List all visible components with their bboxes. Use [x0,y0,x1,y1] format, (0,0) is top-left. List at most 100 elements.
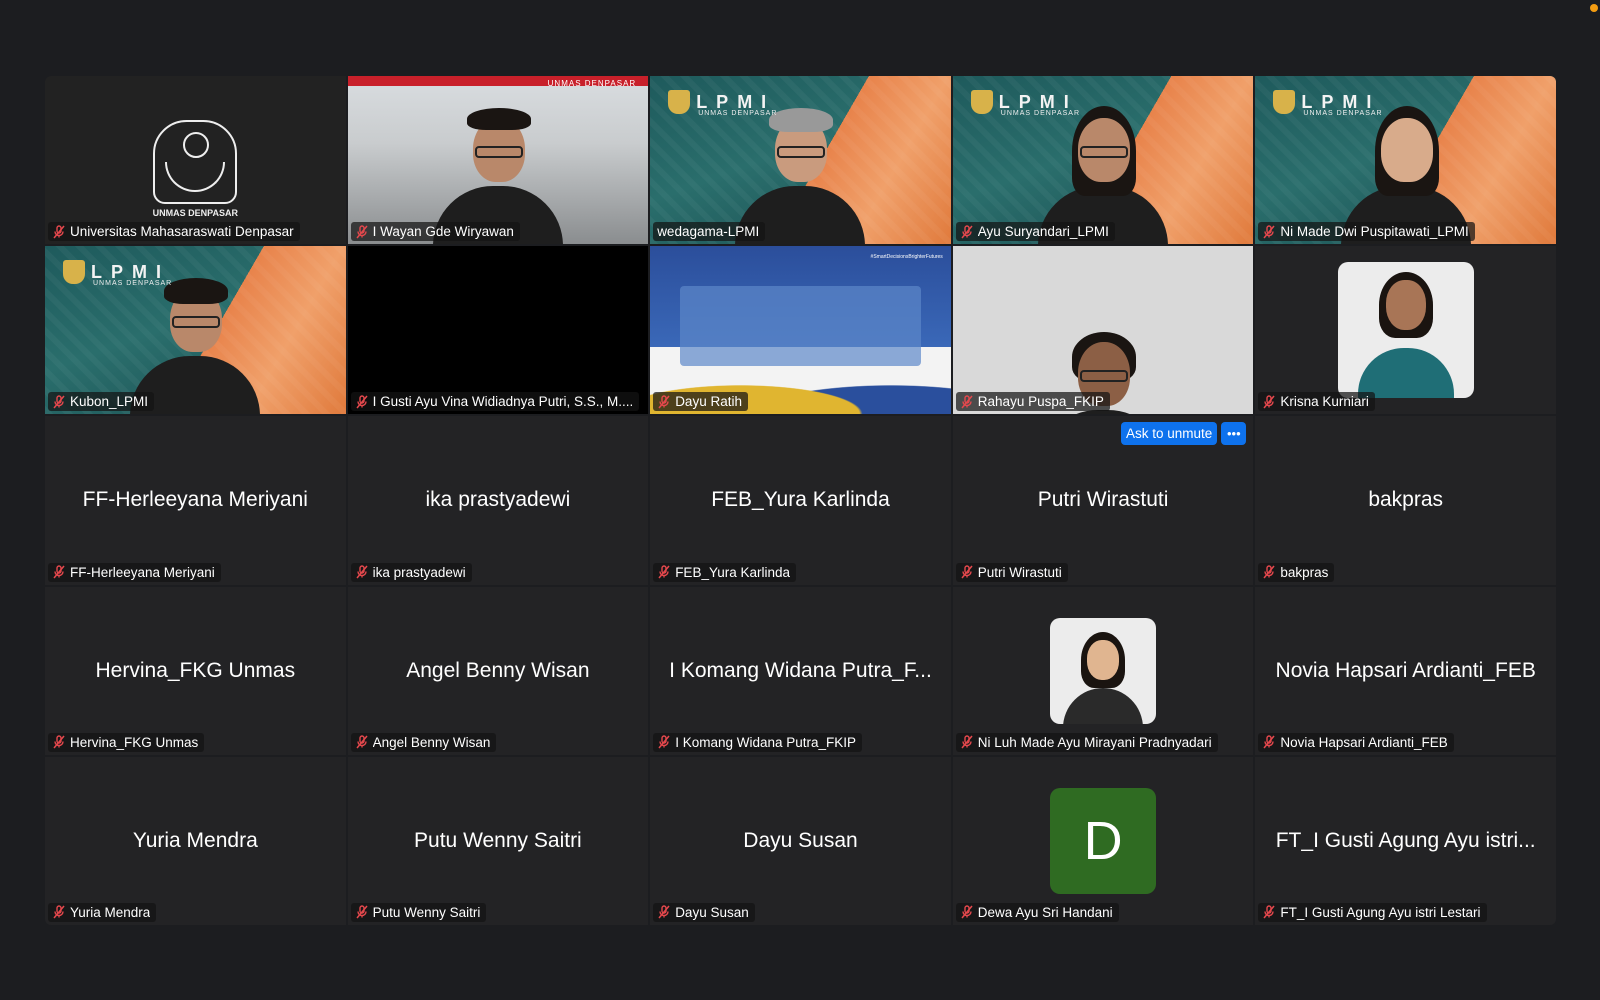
mic-muted-icon [53,224,65,239]
participant-name-label: Rahayu Puspa_FKIP [955,392,1110,412]
mic-muted-icon [1263,565,1275,579]
mic-muted-icon [53,565,65,579]
participant-name-label: Dewa Ayu Sri Handani [955,902,1119,922]
participant-display-name: Novia Hapsari Ardianti_FEB [1275,658,1536,682]
participant-name-label: Ni Made Dwi Puspitawati_LPMI [1258,222,1475,242]
participant-name-label: Hervina_FKG Unmas [48,732,205,752]
participant-name-label: Novia Hapsari Ardianti_FEB [1258,732,1454,752]
participant-name-label: Putu Wenny Saitri [350,902,487,922]
recording-indicator-icon [1590,4,1598,12]
participant-name-label: Yuria Mendra [48,902,157,922]
mic-muted-icon [53,735,65,749]
participant-name-label: ika prastyadewi [350,562,472,582]
mic-muted-icon [961,224,973,239]
crest-icon [63,260,85,285]
tile-hover-controls: Ask to unmute ••• [1121,422,1247,445]
avatar: D [1050,787,1157,894]
participant-display-name: Putu Wenny Saitri [414,828,582,852]
participant-tile[interactable]: FEB_Yura Karlinda FEB_Yura Karlinda [650,416,951,585]
mic-muted-icon [356,565,368,579]
crest-icon [1273,90,1296,114]
participant-tile[interactable]: D Dewa Ayu Sri Handani [952,756,1254,925]
mic-muted-icon [961,905,973,919]
participant-display-name: Yuria Mendra [132,828,258,852]
participant-name-label: Kubon_LPMI [48,392,155,412]
mic-muted-icon [356,395,368,409]
participant-tile[interactable]: I Komang Widana Putra_F... I Komang Wida… [650,586,951,755]
participant-tile-active-speaker[interactable]: LPMI UNMAS DENPASAR wedagama-LPMI [650,76,951,245]
mic-muted-icon [658,565,670,579]
mic-muted-icon [1263,395,1275,409]
participant-tile[interactable]: I Gusti Ayu Vina Widiadnya Putri, S.S., … [347,246,649,415]
participant-tile[interactable]: Putu Wenny Saitri Putu Wenny Saitri [347,756,649,925]
mic-muted-icon [961,735,973,749]
participant-tile[interactable]: ika prastyadewi ika prastyadewi [347,416,649,585]
participant-tile[interactable]: bakpras bakpras [1255,416,1556,585]
participant-display-name: Hervina_FKG Unmas [95,658,296,682]
participant-display-name: Putri Wirastuti [1037,488,1169,512]
university-crest-icon: UNMAS DENPASAR [150,120,240,220]
participant-tile[interactable]: Yuria Mendra Yuria Mendra [45,756,346,925]
participant-tile[interactable]: Ni Luh Made Ayu Mirayani Pradnyadari [952,586,1254,755]
mic-muted-icon [53,395,65,409]
participant-display-name: FF-Herleeyana Meriyani [82,488,308,512]
ask-to-unmute-button[interactable]: Ask to unmute [1121,422,1218,445]
presentation-background [650,246,951,415]
crest-icon [668,90,691,114]
participant-name-label: Krisna Kurniari [1258,392,1375,412]
mic-muted-icon [1263,735,1275,749]
mic-muted-icon [658,395,670,409]
participant-display-name: FEB_Yura Karlinda [711,488,890,512]
participant-tile[interactable]: Krisna Kurniari [1255,246,1556,415]
participant-name-label: Angel Benny Wisan [350,732,497,752]
participant-name-label: FF-Herleeyana Meriyani [48,562,221,582]
participant-name-label: I Wayan Gde Wiryawan [350,222,520,242]
participant-gallery: UNMAS DENPASAR Universitas Mahasaraswati… [45,76,1556,925]
participant-tile[interactable]: LPMI UNMAS DENPASAR Ni Made Dwi Puspitaw… [1255,76,1556,245]
participant-display-name: Dayu Susan [743,828,858,852]
participant-name-label: I Komang Widana Putra_FKIP [653,732,863,752]
participant-display-name: Angel Benny Wisan [406,658,590,682]
mic-muted-icon [1263,224,1275,239]
mic-muted-icon [356,735,368,749]
mic-muted-icon [658,735,670,749]
participant-name-label: Ayu Suryandari_LPMI [955,222,1115,242]
participant-display-name: I Komang Widana Putra_F... [669,658,932,682]
profile-photo [1050,617,1157,724]
participant-tile[interactable]: LPMI UNMAS DENPASAR Ayu Suryandari_LPMI [952,76,1254,245]
participant-name-label: bakpras [1258,562,1335,582]
participant-tile[interactable]: Novia Hapsari Ardianti_FEB Novia Hapsari… [1255,586,1556,755]
participant-display-name: FT_I Gusti Agung Ayu istri... [1275,828,1536,852]
participant-name-label: Putri Wirastuti [955,562,1068,582]
participant-tile[interactable]: FF-Herleeyana Meriyani FF-Herleeyana Mer… [45,416,346,585]
mic-muted-icon [356,905,368,919]
mic-muted-icon [961,395,973,409]
participant-tile[interactable]: UNMAS DENPASAR Universitas Mahasaraswati… [45,76,346,245]
crest-icon [970,90,993,114]
participant-display-name: ika prastyadewi [425,488,571,512]
mic-muted-icon [53,905,65,919]
mic-muted-icon [356,224,368,239]
participant-name-label: wedagama-LPMI [653,222,766,242]
participant-tile[interactable]: Dayu Susan Dayu Susan [650,756,951,925]
mic-muted-icon [658,905,670,919]
mic-muted-icon [961,565,973,579]
mic-muted-icon [1263,905,1275,919]
participant-tile[interactable]: Rahayu Puspa_FKIP [952,246,1254,415]
participant-name-label: Dayu Ratih [653,392,748,412]
participant-tile[interactable]: Angel Benny Wisan Angel Benny Wisan [347,586,649,755]
participant-name-label: FEB_Yura Karlinda [653,562,797,582]
participant-name-label: Ni Luh Made Ayu Mirayani Pradnyadari [955,732,1218,752]
participant-name-label: Dayu Susan [653,902,755,922]
participant-tile[interactable]: FT_I Gusti Agung Ayu istri... FT_I Gusti… [1255,756,1556,925]
participant-name-label: I Gusti Ayu Vina Widiadnya Putri, S.S., … [350,392,640,412]
more-options-button[interactable]: ••• [1221,422,1247,445]
participant-tile[interactable]: #SmartDecisionsBrighterFutures Dayu Rati… [650,246,951,415]
participant-display-name: bakpras [1368,488,1444,512]
participant-tile[interactable]: Hervina_FKG Unmas Hervina_FKG Unmas [45,586,346,755]
participant-tile[interactable]: UNMAS DENPASAR I Wayan Gde Wiryawan [347,76,649,245]
participant-tile[interactable]: LPMI UNMAS DENPASAR Kubon_LPMI [45,246,346,415]
participant-name-label: FT_I Gusti Agung Ayu istri Lestari [1258,902,1487,922]
participant-name-label: Universitas Mahasaraswati Denpasar [48,222,300,242]
profile-photo [1337,262,1474,399]
